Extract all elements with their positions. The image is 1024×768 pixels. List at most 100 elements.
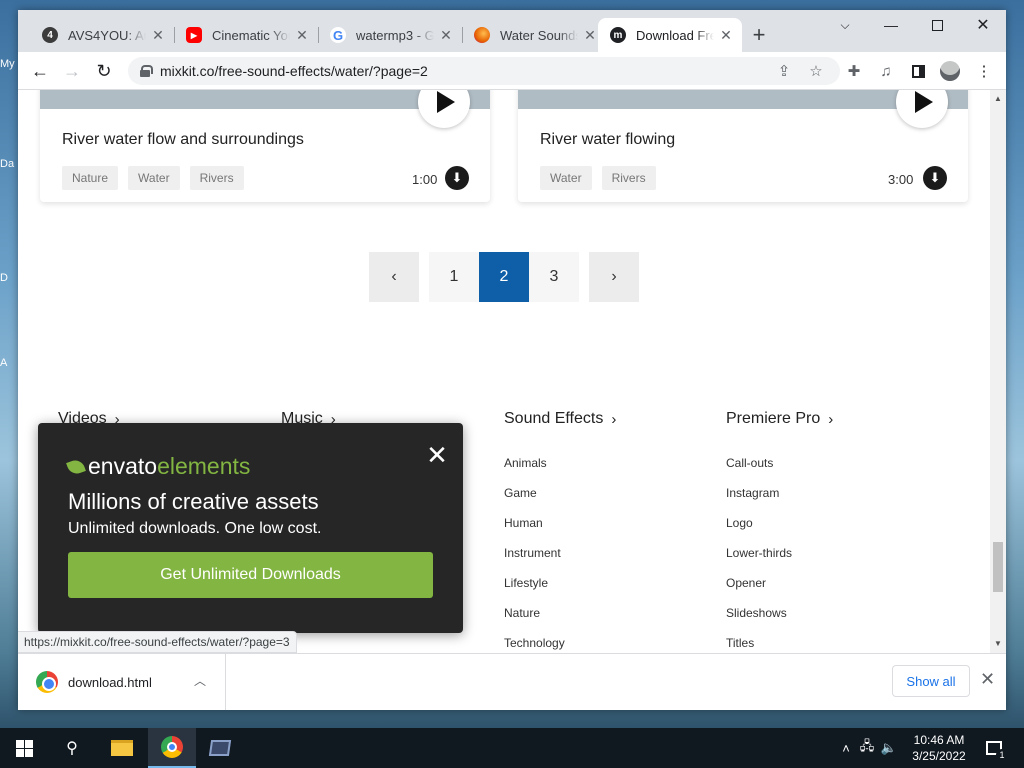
scrollbar-thumb[interactable] [993, 542, 1003, 592]
video-editor-icon[interactable] [196, 728, 244, 768]
tab-title: Cinematic You [212, 27, 290, 43]
chevron-up-icon[interactable]: ︿ [194, 672, 206, 689]
desktop-icon-label[interactable]: Da [0, 158, 18, 170]
close-icon[interactable]: ✕ [718, 27, 734, 44]
tag-chip[interactable]: Rivers [189, 166, 244, 190]
footer-link[interactable]: Human [504, 516, 616, 546]
search-icon[interactable]: ⚲ [48, 728, 96, 768]
extensions-icon[interactable]: ✚ [840, 57, 868, 85]
download-icon[interactable]: ⬇ [923, 166, 947, 190]
duration: 3:00 [888, 172, 914, 187]
promo-headline: Millions of creative assets [68, 489, 319, 514]
tab-mixkit[interactable]: m Download Fre ✕ [598, 18, 742, 52]
bookmark-star-icon[interactable]: ☆ [802, 57, 830, 85]
system-tray: ˄ 🖧 🔈 [836, 728, 900, 768]
duration: 1:00 [412, 172, 438, 187]
footer-link[interactable]: Animals [504, 456, 616, 486]
file-explorer-icon[interactable] [98, 728, 146, 768]
footer-link[interactable]: Nature [504, 606, 616, 636]
taskbar: ⚲ ˄ 🖧 🔈 10:46 AM 3/25/2022 1 [0, 728, 1024, 768]
media-control-icon[interactable]: ♫ [872, 57, 900, 85]
volume-icon[interactable]: 🔈 [878, 740, 900, 756]
footer-heading[interactable]: Sound Effects › [504, 410, 616, 428]
tab-title: Water Sounds [500, 27, 578, 43]
side-panel-icon[interactable] [904, 57, 932, 85]
footer-link[interactable]: Game [504, 486, 616, 516]
desktop-icon-label[interactable]: My [0, 58, 18, 70]
footer-link[interactable]: Instrument [504, 546, 616, 576]
close-icon[interactable]: ✕ [438, 27, 454, 44]
notification-center-button[interactable]: 1 [982, 728, 1008, 768]
back-button[interactable]: ← [26, 57, 54, 85]
scroll-down-arrow-icon[interactable]: ▼ [990, 639, 1006, 648]
footer-link[interactable]: Logo [726, 516, 833, 546]
get-unlimited-downloads-button[interactable]: Get Unlimited Downloads [68, 552, 433, 598]
reload-button[interactable]: ↻ [90, 57, 118, 85]
start-button[interactable] [0, 728, 48, 768]
footer-link[interactable]: Titles [726, 636, 833, 653]
close-icon[interactable]: ✕ [980, 669, 995, 690]
page-scrollbar[interactable]: ▲ ▼ [990, 90, 1006, 653]
chevron-right-icon: › [611, 410, 617, 428]
download-item[interactable]: download.html ︿ [18, 654, 226, 710]
page-button-2[interactable]: 2 [479, 252, 529, 302]
close-icon[interactable]: ✕ [150, 27, 166, 44]
tag-list: Water Rivers [540, 166, 656, 190]
tab-google-search[interactable]: G watermp3 - Go ✕ [318, 18, 463, 52]
chrome-taskbar-icon[interactable] [148, 728, 196, 768]
footer-link[interactable]: Instagram [726, 486, 833, 516]
sound-title[interactable]: River water flowing [540, 131, 675, 149]
tag-chip[interactable]: Nature [62, 166, 119, 190]
tab-water-sounds[interactable]: Water Sounds ✕ [462, 18, 607, 52]
footer-column-sound-effects: Sound Effects › Animals Game Human Instru… [504, 410, 616, 653]
close-icon[interactable]: ✕ [294, 27, 310, 44]
page-button-3[interactable]: 3 [529, 252, 579, 302]
play-button[interactable] [896, 90, 948, 128]
google-favicon-icon: G [330, 27, 346, 43]
page-button-1[interactable]: 1 [429, 252, 479, 302]
footer-heading[interactable]: Premiere Pro › [726, 410, 833, 428]
tag-chip[interactable]: Water [540, 166, 592, 190]
footer-link[interactable]: Opener [726, 576, 833, 606]
new-tab-button[interactable]: + [746, 22, 772, 48]
download-filename: download.html [68, 674, 152, 690]
footer-link[interactable]: Lifestyle [504, 576, 616, 606]
tag-chip[interactable]: Water [128, 166, 180, 190]
taskbar-clock[interactable]: 10:46 AM 3/25/2022 [908, 732, 970, 764]
download-icon[interactable]: ⬇ [445, 166, 469, 190]
address-bar[interactable]: mixkit.co/free-sound-effects/water/?page… [128, 57, 840, 85]
forward-button[interactable]: → [58, 57, 86, 85]
lock-icon[interactable] [140, 65, 153, 77]
desktop-icon-label[interactable]: D [0, 272, 18, 284]
network-icon[interactable]: 🖧 [856, 737, 878, 759]
footer-link[interactable]: Call-outs [726, 456, 833, 486]
tab-title: Download Fre [636, 27, 714, 43]
tab-avs4you[interactable]: 4 AVS4YOU: Aud ✕ [30, 18, 175, 52]
profile-avatar-icon[interactable] [936, 57, 964, 85]
show-all-button[interactable]: Show all [892, 665, 970, 697]
maximize-button[interactable] [914, 10, 960, 40]
play-button[interactable] [418, 90, 470, 128]
footer-link[interactable]: Slideshows [726, 606, 833, 636]
footer-link[interactable]: Technology [504, 636, 616, 653]
sound-title[interactable]: River water flow and surroundings [62, 131, 304, 149]
menu-kebab-icon[interactable]: ⋮ [970, 57, 998, 85]
tab-cinematic[interactable]: ▶ Cinematic You ✕ [174, 18, 319, 52]
minimize-button[interactable]: — [868, 10, 914, 40]
close-icon[interactable]: ✕ [582, 27, 598, 44]
footer-link[interactable]: Lower-thirds [726, 546, 833, 576]
tag-chip[interactable]: Rivers [601, 166, 656, 190]
close-icon[interactable]: ✕ [425, 442, 449, 468]
tab-search-button[interactable]: ⌵ [822, 10, 868, 40]
notification-icon: 1 [986, 741, 1008, 761]
url-text: mixkit.co/free-sound-effects/water/?page… [160, 63, 428, 79]
scroll-up-arrow-icon[interactable]: ▲ [990, 94, 1006, 103]
close-window-button[interactable]: ✕ [960, 10, 1006, 40]
chevron-right-icon: › [828, 410, 834, 428]
share-icon[interactable]: ⇪ [770, 57, 798, 85]
prev-page-button[interactable]: ‹ [369, 252, 419, 302]
desktop-icon-label[interactable]: A [0, 357, 18, 369]
next-page-button[interactable]: › [589, 252, 639, 302]
firefox-favicon-icon [474, 27, 490, 43]
chevron-up-icon[interactable]: ˄ [836, 741, 856, 756]
